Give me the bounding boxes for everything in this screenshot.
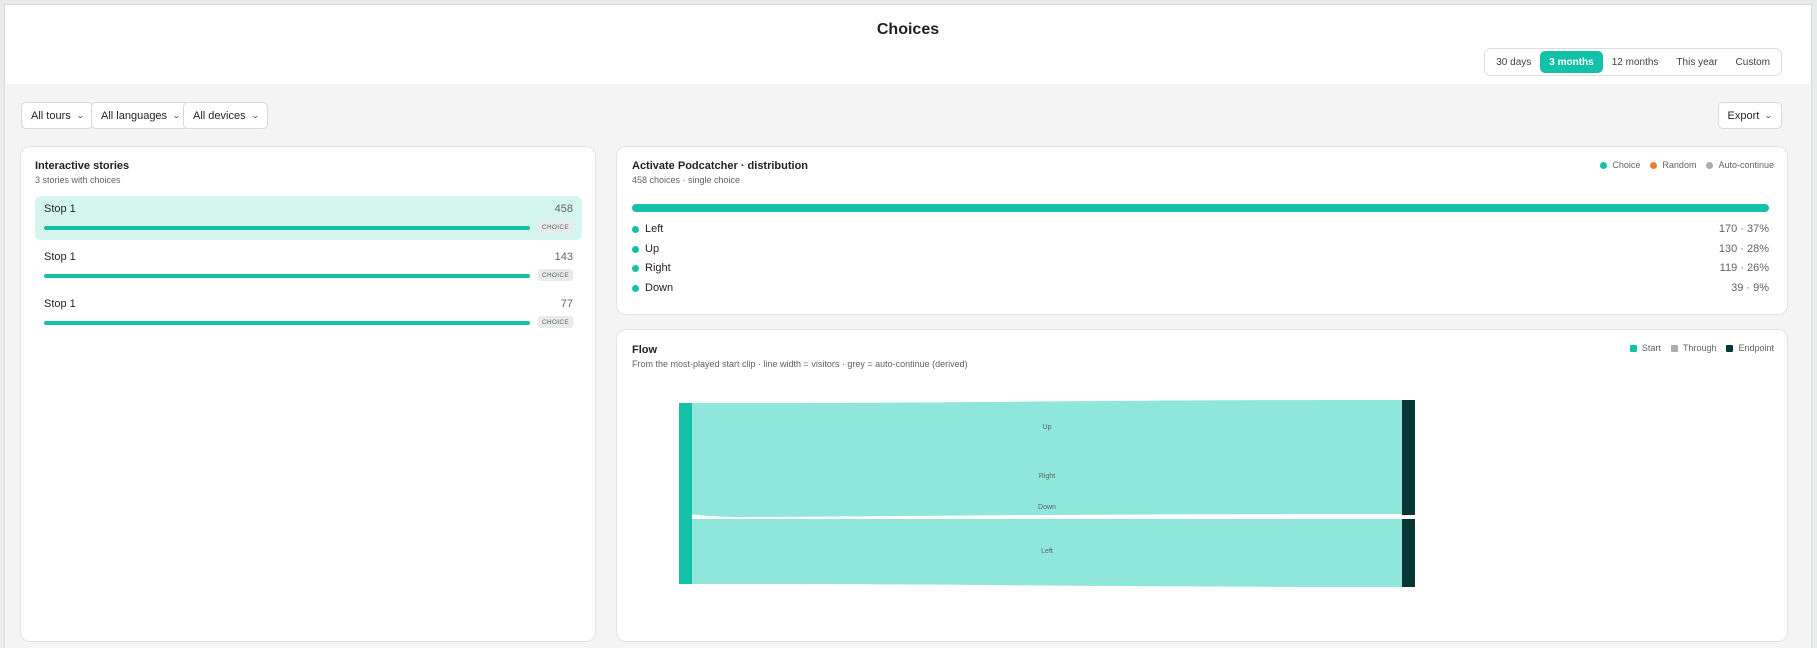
interactive-stories-card: Interactive stories 3 stories with choic…	[20, 146, 596, 642]
distribution-option: Down 39 · 9%	[632, 281, 1769, 297]
page-title: Choices	[876, 21, 940, 38]
chevron-down-icon: ⌄	[1764, 111, 1774, 120]
languages-filter-label: All languages	[101, 109, 168, 122]
range-custom-button[interactable]: Custom	[1727, 51, 1779, 73]
tours-filter-dropdown[interactable]: All tours ⌄	[21, 102, 94, 129]
story-type-badge: CHOICE	[537, 221, 573, 233]
chevron-down-icon: ⌄	[172, 111, 181, 120]
flow-link-upper	[690, 400, 1405, 517]
story-item[interactable]: Stop 1 458 CHOICE	[35, 196, 582, 240]
option-dot-icon	[632, 285, 639, 292]
story-name: Stop 1	[44, 203, 76, 215]
languages-filter-dropdown[interactable]: All languages ⌄	[91, 102, 190, 129]
range-12-months-button[interactable]: 12 months	[1603, 51, 1668, 73]
legend-label: Choice	[1612, 160, 1641, 170]
option-dot-icon	[632, 226, 639, 233]
distribution-card-subtitle: 458 choices · single choice	[632, 175, 741, 185]
distribution-option: Right 119 · 26%	[632, 261, 1769, 277]
legend-label: Auto-continue	[1718, 160, 1774, 170]
flow-label-up: Up	[1043, 424, 1052, 431]
distribution-bar	[632, 204, 1769, 212]
option-value: 119 · 26%	[1719, 262, 1769, 274]
legend-label: Random	[1662, 160, 1697, 170]
auto-continue-dot-icon	[1706, 161, 1714, 169]
story-count: 77	[560, 298, 573, 310]
option-label: Down	[645, 282, 674, 294]
devices-filter-label: All devices	[193, 109, 246, 122]
option-label: Right	[645, 262, 671, 274]
flow-card: Flow From the most-played start clip · l…	[616, 329, 1788, 642]
story-item[interactable]: Stop 1 143 CHOICE	[35, 244, 582, 288]
devices-filter-dropdown[interactable]: All devices ⌄	[183, 102, 269, 129]
option-label: Left	[645, 223, 664, 235]
story-count: 143	[554, 251, 573, 263]
story-type-badge: CHOICE	[537, 269, 573, 281]
distribution-card: Activate Podcatcher · distribution 458 c…	[616, 146, 1788, 315]
story-name: Stop 1	[44, 298, 76, 310]
option-value: 39 · 9%	[1731, 282, 1769, 294]
distribution-legend: Choice Random Auto-continue	[1590, 160, 1774, 170]
range-this-year-button[interactable]: This year	[1667, 51, 1726, 73]
range-3-months-button[interactable]: 3 months	[1540, 51, 1603, 73]
option-label: Up	[645, 243, 660, 255]
story-item[interactable]: Stop 1 77 CHOICE	[35, 291, 582, 335]
story-bar	[44, 226, 530, 230]
random-dot-icon	[1650, 161, 1658, 169]
story-count: 458	[554, 203, 573, 215]
option-dot-icon	[632, 265, 639, 272]
flow-endpoint-node	[1402, 400, 1415, 515]
story-name: Stop 1	[44, 251, 76, 263]
distribution-option: Up 130 · 28%	[632, 242, 1769, 258]
header-bar: Choices 30 days 3 months 12 months This …	[5, 5, 1811, 84]
chevron-down-icon: ⌄	[75, 111, 85, 120]
chevron-down-icon: ⌄	[250, 111, 260, 120]
legend-item-choice: Choice	[1600, 160, 1640, 170]
option-value: 170 · 37%	[1718, 223, 1769, 235]
distribution-option: Left 170 · 37%	[632, 222, 1769, 238]
distribution-card-title: Activate Podcatcher · distribution	[632, 160, 809, 172]
range-30-days-button[interactable]: 30 days	[1487, 51, 1540, 73]
story-bar	[44, 274, 530, 278]
tours-filter-label: All tours	[31, 109, 71, 122]
legend-item-auto-continue: Auto-continue	[1706, 160, 1774, 170]
stories-card-title: Interactive stories	[35, 160, 130, 172]
export-label: Export	[1727, 109, 1760, 122]
story-bar	[44, 321, 530, 325]
date-range-selector: 30 days 3 months 12 months This year Cus…	[1484, 48, 1782, 76]
flow-label-left: Left	[1041, 548, 1053, 555]
choice-dot-icon	[1600, 161, 1608, 169]
stories-card-subtitle: 3 stories with choices	[35, 175, 121, 185]
flow-label-right: Right	[1039, 473, 1055, 480]
flow-label-down: Down	[1038, 504, 1056, 511]
app-frame: Choices 30 days 3 months 12 months This …	[4, 4, 1812, 648]
export-dropdown-button[interactable]: Export ⌄	[1717, 102, 1782, 129]
flow-start-node	[679, 403, 692, 584]
option-value: 130 · 28%	[1718, 243, 1769, 255]
flow-sankey: Up Right Down Left	[679, 400, 1415, 587]
option-dot-icon	[632, 246, 639, 253]
flow-endpoint-node	[1402, 519, 1415, 587]
legend-item-random: Random	[1650, 160, 1696, 170]
story-type-badge: CHOICE	[537, 316, 573, 328]
